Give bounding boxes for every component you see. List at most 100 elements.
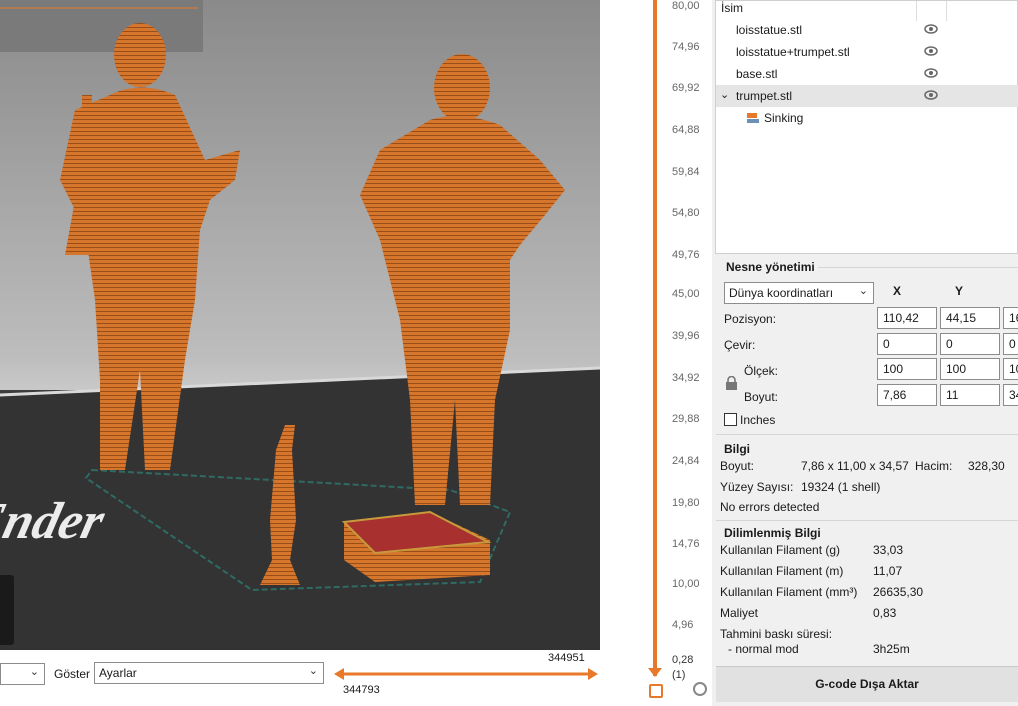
info-size-label: Boyut: <box>720 459 755 473</box>
inches-label: Inches <box>740 413 776 427</box>
chevron-down-icon[interactable]: ⌄ <box>720 88 729 101</box>
list-item[interactable]: base.stl <box>716 63 1018 85</box>
info-title: Bilgi <box>724 442 750 456</box>
coordinate-system-value: Dünya koordinatları <box>729 286 834 300</box>
position-z-field[interactable]: 16 <box>1003 307 1018 329</box>
bed-logo-text: Ender <box>0 493 111 550</box>
scale-z-field[interactable]: 10 <box>1003 358 1018 380</box>
3d-viewport[interactable]: Ender <box>0 0 600 650</box>
vertical-layer-slider[interactable] <box>600 0 712 706</box>
vslider-tick: 24,84 <box>672 455 700 467</box>
size-z-field[interactable]: 34 <box>1003 384 1018 406</box>
coordinate-system-select[interactable]: Dünya koordinatları ⌄ <box>724 282 874 304</box>
vslider-tick: 14,76 <box>672 538 700 550</box>
chevron-down-icon: ⌄ <box>308 665 318 677</box>
eye-icon[interactable] <box>924 90 938 100</box>
column-y-label: Y <box>955 284 964 298</box>
object-name: Sinking <box>764 111 804 125</box>
normal-mode-value: 3h25m <box>873 642 910 656</box>
sliced-row-label: Kullanılan Filament (g) <box>720 543 841 557</box>
eye-icon[interactable] <box>924 68 938 78</box>
vslider-tick: 69,92 <box>672 82 700 94</box>
eye-icon[interactable] <box>924 24 938 34</box>
object-name: trumpet.stl <box>736 89 793 103</box>
size-y-field[interactable]: 11 <box>940 384 1000 406</box>
list-item[interactable]: Sinking <box>716 107 1018 129</box>
vslider-tick: 64,88 <box>672 124 700 136</box>
object-name: loisstatue+trumpet.stl <box>736 45 850 59</box>
sliced-row-label: Kullanılan Filament (mm³) <box>720 585 858 599</box>
info-size-value: 7,86 x 11,00 x 34,57 <box>801 459 909 473</box>
rotate-z-field[interactable]: 0 <box>1003 333 1018 355</box>
sliced-row-label: Maliyet <box>720 606 759 620</box>
vslider-tick: 39,96 <box>672 330 700 342</box>
sliced-info-title: Dilimlenmiş Bilgi <box>724 526 821 540</box>
rotate-label: Çevir: <box>724 338 756 352</box>
normal-mode-label: - normal mod <box>728 642 799 656</box>
hslider-top-value: 344951 <box>548 652 585 664</box>
info-facets-label: Yüzey Sayısı: <box>720 480 794 494</box>
vslider-handle-bottom[interactable] <box>648 668 662 677</box>
object-list[interactable]: İsim loisstatue.stl loisstatue+trumpet.s… <box>715 0 1018 254</box>
object-name: loisstatue.stl <box>736 23 803 37</box>
rotate-y-field[interactable]: 0 <box>940 333 1000 355</box>
sliced-row-value: 11,07 <box>873 564 903 578</box>
horizontal-layer-slider[interactable] <box>332 666 602 682</box>
object-list-header: İsim <box>721 1 743 15</box>
bottom-toolbar: ⌄ Göster Ayarlar ⌄ 344951 344793 <box>0 650 600 706</box>
list-item[interactable]: loisstatue+trumpet.stl <box>716 41 1018 63</box>
settings-cog-icon[interactable] <box>693 682 707 696</box>
scene-canvas: Ender <box>0 0 600 650</box>
sliced-row-value: 26635,30 <box>873 585 924 599</box>
lock-icon[interactable] <box>725 376 738 391</box>
size-x-field[interactable]: 7,86 <box>877 384 937 406</box>
chevron-down-icon: ⌄ <box>29 666 39 678</box>
vslider-track[interactable] <box>653 0 657 676</box>
info-volume-value: 328,30 <box>968 459 1005 473</box>
export-gcode-button[interactable]: G-code Dışa Aktar <box>716 666 1018 702</box>
vslider-tick: 74,96 <box>672 41 700 53</box>
vslider-tick: 49,76 <box>672 249 700 261</box>
vslider-tick: 10,00 <box>672 578 700 590</box>
eye-icon[interactable] <box>924 46 938 56</box>
info-volume-label: Hacim: <box>915 459 953 473</box>
sliced-row-label: Kullanılan Filament (m) <box>720 564 844 578</box>
vslider-layer-count: (1) <box>672 669 686 681</box>
chevron-down-icon: ⌄ <box>858 285 868 297</box>
inches-checkbox[interactable] <box>724 413 737 426</box>
hslider-bottom-value: 344793 <box>343 684 380 696</box>
scale-y-field[interactable]: 100 <box>940 358 1000 380</box>
show-combo-value: Ayarlar <box>99 666 137 680</box>
view-combo[interactable]: ⌄ <box>0 663 45 685</box>
print-time-label: Tahmini baskı süresi: <box>720 627 833 641</box>
show-label: Göster <box>54 667 91 681</box>
scale-x-field[interactable]: 100 <box>877 358 937 380</box>
sinking-icon <box>747 113 759 123</box>
vslider-tick: 4,96 <box>672 619 694 631</box>
vslider-tick: 29,88 <box>672 413 700 425</box>
lock-icon[interactable] <box>649 684 663 698</box>
vslider-tick: 80,00 <box>672 0 700 12</box>
vslider-tick: 54,80 <box>672 207 700 219</box>
object-name: base.stl <box>736 67 778 81</box>
position-x-field[interactable]: 110,42 <box>877 307 937 329</box>
list-item[interactable]: ⌄ trumpet.stl <box>716 85 1018 107</box>
rotate-x-field[interactable]: 0 <box>877 333 937 355</box>
info-errors: No errors detected <box>720 500 820 514</box>
sliced-row-value: 0,83 <box>873 606 897 620</box>
vslider-tick: 45,00 <box>672 288 700 300</box>
position-y-field[interactable]: 44,15 <box>940 307 1000 329</box>
vslider-tick: 59,84 <box>672 166 700 178</box>
show-combo[interactable]: Ayarlar ⌄ <box>94 662 324 684</box>
size-label: Boyut: <box>744 390 779 404</box>
info-facets-value: 19324 (1 shell) <box>801 480 881 494</box>
view-toggle-icon[interactable] <box>0 575 14 645</box>
vslider-tick: 0,28 <box>672 654 694 666</box>
vslider-tick: 19,80 <box>672 497 700 509</box>
sliced-row-value: 33,03 <box>873 543 904 557</box>
position-label: Pozisyon: <box>724 312 777 326</box>
scale-label: Ölçek: <box>744 364 779 378</box>
list-item[interactable]: loisstatue.stl <box>716 19 1018 41</box>
object-manipulation-title: Nesne yönetimi <box>726 260 815 274</box>
column-x-label: X <box>893 284 902 298</box>
